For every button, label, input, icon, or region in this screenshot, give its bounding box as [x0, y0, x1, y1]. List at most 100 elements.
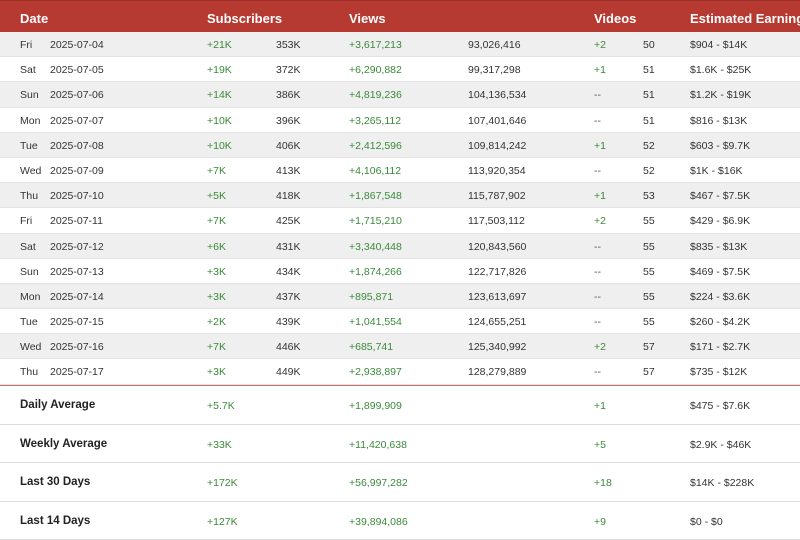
summary-row: Daily Average +5.7K +1,899,909 +1 $475 - $7.… — [0, 386, 800, 425]
summary-row: Last 30 Days +172K +56,997,282 +18 $14K - $2… — [0, 463, 800, 502]
summary-label: Last 30 Days — [20, 476, 91, 488]
table-row: Wed 2025-07-16 +7K 446K +685,741 125,340,992 +… — [0, 334, 800, 360]
row-subscribers: 437K — [276, 290, 301, 303]
row-subscribers: 425K — [276, 215, 301, 228]
row-views-change: +2,938,897 — [349, 366, 402, 379]
summary-earnings: $14K - $228K — [690, 477, 755, 489]
row-views-change: +4,106,112 — [349, 164, 402, 177]
row-subscribers: 431K — [276, 240, 301, 253]
row-earnings: $469 - $7.5K — [690, 265, 751, 278]
row-earnings: $224 - $3.6K — [690, 290, 751, 303]
row-date: 2025-07-04 — [50, 39, 104, 51]
row-earnings: $1K - $16K — [690, 164, 743, 177]
row-subscribers: 446K — [276, 341, 301, 354]
row-videos-change: +2 — [594, 39, 606, 51]
row-subscribers: 396K — [276, 114, 301, 127]
row-views: 109,814,242 — [468, 139, 527, 152]
row-views-change: +3,265,112 — [349, 114, 402, 127]
column-header-subscribers[interactable]: Subscribers — [207, 11, 282, 26]
table-row: Mon 2025-07-14 +3K 437K +895,871 123,613,697 -… — [0, 283, 800, 310]
column-header-earnings[interactable]: Estimated Earnings — [690, 11, 800, 26]
row-date: 2025-07-16 — [50, 341, 104, 354]
row-day: Thu — [20, 190, 39, 203]
row-day: Tue — [20, 139, 38, 152]
row-subscriber-change: +5K — [207, 190, 226, 203]
row-videos-change: -- — [594, 89, 601, 102]
row-day: Fri — [20, 215, 33, 228]
row-day: Fri — [20, 39, 33, 51]
summary-videos-change: +1 — [594, 400, 606, 412]
row-subscribers: 434K — [276, 265, 301, 278]
summary-subscriber-change: +172K — [207, 477, 238, 489]
row-subscriber-change: +21K — [207, 39, 232, 51]
table-header: Date Subscribers Views Videos Estimated … — [0, 0, 800, 32]
daily-rows: Fri 2025-07-04 +21K 353K +3,617,213 93,026,41… — [0, 32, 800, 385]
table-row: Sun 2025-07-06 +14K 386K +4,819,236 104,136,5… — [0, 82, 800, 108]
column-header-views[interactable]: Views — [349, 11, 386, 26]
row-views: 125,340,992 — [468, 341, 527, 354]
row-earnings: $429 - $6.9K — [690, 215, 751, 228]
row-subscribers: 413K — [276, 164, 301, 177]
row-day: Wed — [20, 164, 42, 177]
row-views: 93,026,416 — [468, 39, 521, 51]
row-videos: 52 — [643, 139, 655, 152]
table-row: Mon 2025-07-07 +10K 396K +3,265,112 107,401,6… — [0, 107, 800, 133]
row-earnings: $904 - $14K — [690, 39, 748, 51]
summary-views-change: +56,997,282 — [349, 477, 408, 489]
row-videos: 57 — [643, 366, 655, 379]
row-subscribers: 386K — [276, 89, 301, 102]
row-views-change: +1,874,266 — [349, 265, 402, 278]
table-row: Fri 2025-07-11 +7K 425K +1,715,210 117,503,11… — [0, 208, 800, 234]
table-row: Fri 2025-07-04 +21K 353K +3,617,213 93,026,41… — [0, 32, 800, 58]
row-earnings: $735 - $12K — [690, 366, 748, 379]
column-header-date[interactable]: Date — [20, 11, 48, 26]
row-views: 107,401,646 — [468, 114, 527, 127]
summary-views-change: +1,899,909 — [349, 400, 402, 412]
row-views-change: +1,715,210 — [349, 215, 402, 228]
summary-rows: Daily Average +5.7K +1,899,909 +1 $475 - $7.… — [0, 386, 800, 540]
row-day: Sat — [20, 240, 36, 253]
row-views-change: +3,340,448 — [349, 240, 402, 253]
summary-row: Last 14 Days +127K +39,894,086 +9 $0 - $0 — [0, 501, 800, 540]
row-subscribers: 406K — [276, 139, 301, 152]
row-earnings: $835 - $13K — [690, 240, 748, 253]
table-row: Thu 2025-07-10 +5K 418K +1,867,548 115,787,90… — [0, 183, 800, 209]
summary-subscriber-change: +33K — [207, 438, 232, 451]
row-day: Tue — [20, 316, 38, 329]
row-day: Thu — [20, 366, 39, 379]
row-date: 2025-07-10 — [50, 190, 104, 203]
row-views-change: +2,412,596 — [349, 139, 402, 152]
row-videos-change: -- — [594, 316, 601, 329]
row-videos: 51 — [643, 64, 655, 77]
row-subscriber-change: +14K — [207, 89, 232, 102]
row-subscriber-change: +10K — [207, 114, 232, 127]
summary-views-change: +11,420,638 — [349, 438, 407, 451]
row-date: 2025-07-14 — [50, 290, 104, 303]
row-views-change: +3,617,213 — [349, 39, 402, 51]
row-subscriber-change: +2K — [207, 316, 226, 329]
row-videos-change: -- — [594, 290, 601, 303]
row-videos-change: +1 — [594, 64, 606, 77]
row-day: Wed — [20, 341, 42, 354]
row-views: 115,787,902 — [468, 190, 526, 203]
row-views-change: +6,290,882 — [349, 64, 402, 77]
row-subscribers: 418K — [276, 190, 301, 203]
row-date: 2025-07-08 — [50, 139, 104, 152]
table-row: Sat 2025-07-12 +6K 431K +3,340,448 120,843,56… — [0, 233, 800, 259]
column-header-videos[interactable]: Videos — [594, 11, 636, 26]
row-earnings: $260 - $4.2K — [690, 316, 751, 329]
row-date: 2025-07-05 — [50, 64, 104, 77]
row-date: 2025-07-15 — [50, 316, 104, 329]
row-videos: 52 — [643, 164, 655, 177]
row-day: Sat — [20, 64, 36, 77]
row-subscriber-change: +6K — [207, 240, 226, 253]
row-videos: 57 — [643, 341, 655, 354]
row-subscriber-change: +7K — [207, 215, 226, 228]
row-subscriber-change: +3K — [207, 265, 226, 278]
summary-subscriber-change: +5.7K — [207, 400, 235, 412]
row-views: 122,717,826 — [468, 265, 527, 278]
row-date: 2025-07-12 — [50, 240, 104, 253]
row-earnings: $816 - $13K — [690, 114, 748, 127]
row-date: 2025-07-17 — [50, 366, 104, 379]
table-row: Tue 2025-07-15 +2K 439K +1,041,554 124,655,25… — [0, 309, 800, 335]
